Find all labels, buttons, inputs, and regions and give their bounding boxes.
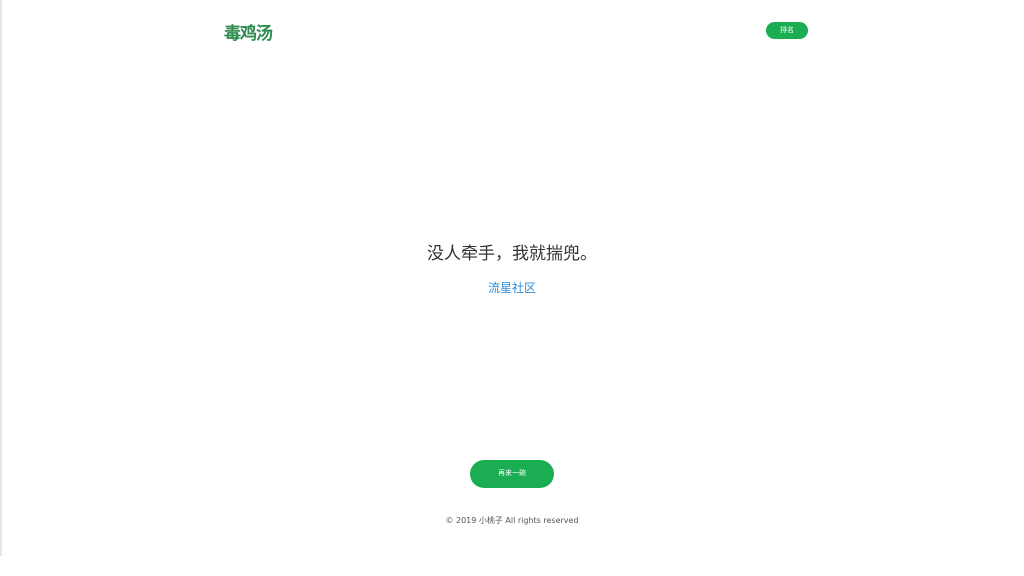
quote-text: 没人牵手，我就揣兜。 <box>427 244 597 264</box>
footer-copyright: © 2019 小桃子 All rights reserved <box>445 516 579 525</box>
next-quote-button[interactable]: 再来一碗 <box>470 460 554 488</box>
site-logo[interactable]: 毒鸡汤 <box>224 18 273 44</box>
page: 毒鸡汤 排名 没人牵手，我就揣兜。 流星社区 再来一碗 © 2019 小桃子 A… <box>0 0 1024 576</box>
quote-source-link[interactable]: 流星社区 <box>412 278 612 298</box>
ranking-button[interactable]: 排名 <box>766 22 808 39</box>
page-left-edge <box>0 0 2 556</box>
